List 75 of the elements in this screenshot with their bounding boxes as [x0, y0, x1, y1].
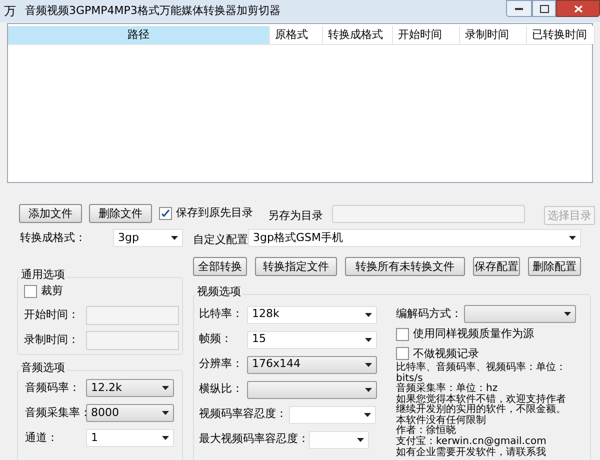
- note-text: 如果您觉得本软件不错，欢迎支持作者: [396, 394, 567, 404]
- note-text: 音频采集率：单位：hz: [396, 384, 499, 394]
- dropdown[interactable]: 8000: [86, 404, 174, 422]
- maximize-icon: [540, 4, 548, 12]
- dropdown[interactable]: 15: [247, 330, 377, 348]
- dropdown[interactable]: [247, 380, 377, 398]
- note-text: 本软件没有任何限制: [396, 416, 487, 426]
- checkbox[interactable]: [159, 207, 172, 220]
- checkbox[interactable]: [24, 284, 37, 298]
- checkbox[interactable]: [396, 328, 409, 341]
- caret-icon: [564, 312, 571, 316]
- field-label: 自定义配置: [193, 233, 248, 246]
- window-title: 音频视频3GPMP4MP3格式万能媒体转换器加剪切器: [25, 2, 280, 19]
- caret-icon: [162, 411, 169, 415]
- caret-icon: [364, 412, 371, 416]
- note-text: 比特率、音频码率、视频码率：单位：: [396, 363, 567, 373]
- note-text: 如有企业需要开发软件，请联系我: [396, 448, 547, 458]
- note-text: 支付宝：kerwin.cn@gmail.com: [396, 436, 548, 446]
- note-text: 作者：徐恒晓: [396, 426, 457, 436]
- caret-icon: [365, 388, 372, 392]
- button[interactable]: 转换指定文件: [255, 257, 337, 276]
- caret-icon: [162, 436, 169, 440]
- time-field[interactable]: [86, 306, 179, 324]
- field-label: 最大视频码率容忍度：: [199, 431, 309, 448]
- caret-icon: [365, 362, 372, 366]
- column-header[interactable]: 路径: [8, 26, 270, 44]
- checkbox[interactable]: [396, 347, 409, 360]
- group-title: 视频选项: [196, 286, 242, 297]
- button[interactable]: 删除配置: [528, 257, 581, 276]
- group-title: 通用选项: [20, 269, 66, 280]
- field-label: 编解码方式：: [396, 306, 463, 322]
- dropdown[interactable]: 176x144: [247, 356, 377, 374]
- caret-icon: [162, 386, 169, 390]
- caret-icon: [171, 236, 178, 240]
- field-label: 帧频：: [199, 331, 233, 348]
- field-label: 裁剪: [41, 283, 63, 299]
- dropdown[interactable]: 3gp格式GSM手机: [248, 229, 581, 247]
- field-label: 保存到原先目录: [176, 205, 253, 222]
- field-label: 不做视频记录: [413, 346, 479, 362]
- dropdown[interactable]: 1: [86, 429, 174, 447]
- caret-icon: [365, 312, 372, 316]
- close-icon: [574, 4, 582, 12]
- caret-icon: [569, 236, 576, 240]
- button[interactable]: 转换所有未转换文件: [345, 257, 465, 276]
- time-field[interactable]: [86, 330, 179, 350]
- field-label: 另存为目录: [268, 208, 323, 222]
- dropdown[interactable]: 128k: [247, 306, 377, 324]
- dropdown[interactable]: 3gp: [113, 229, 183, 247]
- button[interactable]: 保存配置: [473, 257, 520, 276]
- minimize-button[interactable]: [506, 0, 532, 17]
- button[interactable]: 全部转换: [193, 257, 247, 276]
- dropdown[interactable]: 12.2k: [86, 379, 174, 397]
- field-label: 录制时间：: [24, 332, 80, 348]
- button[interactable]: 删除文件: [89, 204, 152, 223]
- field-label: 使用同样视频质量作为源: [413, 326, 534, 342]
- field-label: 分辨率：: [199, 356, 244, 372]
- field-label: 开始时间：: [24, 306, 80, 323]
- field-label: 音频码率：: [25, 380, 81, 396]
- field-label: 横纵比：: [199, 381, 244, 398]
- field-label: 视频码率容忍度：: [199, 406, 288, 422]
- field-label: 通道：: [25, 430, 59, 446]
- field-label: 音频采集率：: [25, 404, 86, 421]
- minimize-icon: [515, 7, 523, 10]
- app-icon: 万: [4, 2, 18, 20]
- field-label: 转换成格式：: [20, 230, 87, 246]
- note-text: 继续开发别的实用的软件，不限金额。: [396, 405, 567, 415]
- close-button[interactable]: [556, 0, 600, 17]
- dropdown[interactable]: [464, 305, 576, 323]
- group-title: 音频选项: [20, 362, 66, 373]
- field-label: 比特率：: [199, 306, 244, 322]
- caret-icon: [357, 438, 364, 442]
- caret-icon: [365, 338, 372, 342]
- maximize-button[interactable]: [532, 0, 556, 17]
- button[interactable]: 添加文件: [19, 204, 82, 223]
- note-text: bits/s: [396, 374, 423, 384]
